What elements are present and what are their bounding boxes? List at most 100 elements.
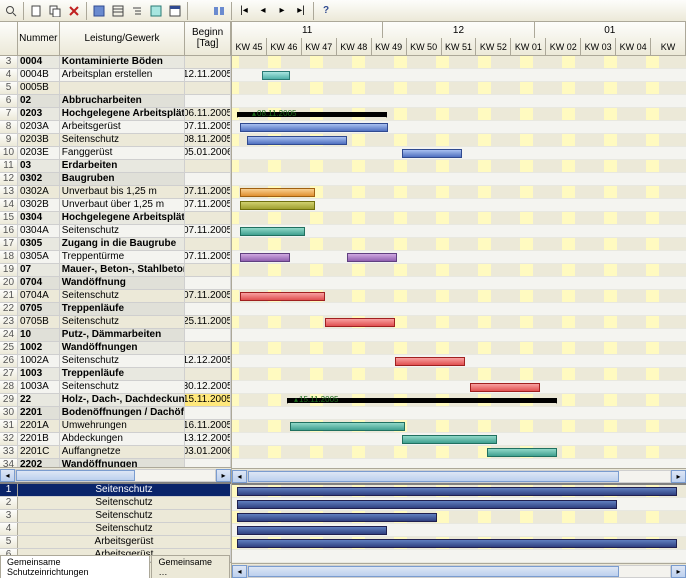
gantt-row[interactable] — [232, 121, 686, 134]
gantt-row[interactable] — [232, 368, 686, 381]
cell-begin[interactable] — [185, 82, 231, 94]
table-row[interactable]: 1103Erdarbeiten — [0, 160, 231, 173]
cell-begin[interactable]: 07.11.2005 — [185, 186, 231, 198]
cell-begin[interactable] — [185, 368, 231, 380]
group-icon[interactable] — [210, 2, 228, 20]
gantt-row[interactable] — [232, 134, 686, 147]
gantt-bar[interactable] — [240, 227, 305, 236]
cell-task[interactable]: Hochgelegene Arbeitsplätze — [60, 212, 185, 224]
cell-nummer[interactable]: 1003A — [18, 381, 60, 393]
bottom-gantt-row[interactable] — [232, 550, 686, 563]
cell-nummer[interactable]: 0302A — [18, 186, 60, 198]
cell-begin[interactable] — [185, 277, 231, 289]
table-row[interactable]: 200704Wandöffnung — [0, 277, 231, 290]
gantt-row[interactable] — [232, 329, 686, 342]
gantt-row[interactable] — [232, 290, 686, 303]
cell-begin[interactable] — [185, 407, 231, 419]
cell-task[interactable] — [60, 82, 185, 94]
cell-nummer[interactable]: 2202 — [18, 459, 60, 468]
gantt-bar[interactable] — [240, 188, 315, 197]
cell-task[interactable]: Baugruben — [60, 173, 185, 185]
cell-nummer[interactable]: 0203 — [18, 108, 60, 120]
cell-begin[interactable]: 03.01.2006 — [185, 446, 231, 458]
gantt-bar[interactable] — [240, 201, 315, 210]
gantt-row[interactable] — [232, 225, 686, 238]
cell-begin[interactable]: 15.11.2005 — [185, 394, 231, 406]
view-outline-icon[interactable] — [128, 2, 146, 20]
cell-nummer[interactable]: 0704 — [18, 277, 60, 289]
cell-begin[interactable] — [185, 303, 231, 315]
cell-nummer[interactable]: 02 — [18, 95, 60, 107]
table-row[interactable]: 50005B — [0, 82, 231, 95]
delete-icon[interactable] — [65, 2, 83, 20]
tab-schutz-inactive[interactable]: Gemeinsame … — [151, 555, 230, 578]
help-icon[interactable]: ? — [317, 2, 335, 20]
cell-task[interactable]: Abbrucharbeiten — [60, 95, 185, 107]
cell-task[interactable]: Arbeitsplan erstellen — [60, 69, 185, 81]
table-row[interactable]: 210704ASeitenschutz07.11.2005 — [0, 290, 231, 303]
bottom-row[interactable]: 5Arbeitsgerüst — [0, 536, 231, 549]
cell-task[interactable]: Hochgelegene Arbeitsplätze — [60, 108, 185, 120]
cell-task[interactable]: Auffangnetze — [60, 446, 185, 458]
find-icon[interactable] — [2, 2, 20, 20]
gantt-hscroll[interactable]: ◂▸ — [232, 468, 686, 483]
table-row[interactable]: 170305Zugang in die Baugrube — [0, 238, 231, 251]
table-row[interactable]: 140302BUnverbaut über 1,25 m07.11.2005 — [0, 199, 231, 212]
col-nummer[interactable]: Nummer — [18, 22, 60, 55]
cell-begin[interactable]: 07.11.2005 — [185, 290, 231, 302]
cell-task[interactable]: Arbeitsgerüst — [60, 121, 185, 133]
cell-task[interactable]: Seitenschutz — [60, 290, 185, 302]
cell-nummer[interactable]: 0004 — [18, 56, 60, 68]
cell-begin[interactable] — [185, 238, 231, 250]
gantt-bar[interactable] — [237, 539, 677, 548]
gantt-row[interactable] — [232, 277, 686, 290]
cell-nummer[interactable]: 0304A — [18, 225, 60, 237]
cell-nummer[interactable]: 03 — [18, 160, 60, 172]
table-row[interactable]: 251002Wandöffnungen — [0, 342, 231, 355]
gantt-bar[interactable] — [487, 448, 557, 457]
table-row[interactable]: 302201Bodenöffnungen / Dachöffnun… — [0, 407, 231, 420]
gantt-bar[interactable] — [290, 422, 405, 431]
table-row[interactable]: 90203BSeitenschutz08.11.2005 — [0, 134, 231, 147]
gantt-row[interactable] — [232, 446, 686, 459]
cell-task[interactable]: Treppenläufe — [60, 303, 185, 315]
gantt-bar[interactable] — [237, 513, 437, 522]
gantt-row[interactable] — [232, 355, 686, 368]
cell-task[interactable]: Zugang in die Baugrube — [60, 238, 185, 250]
gantt-row[interactable] — [232, 160, 686, 173]
gantt-row[interactable]: 15.11.2005 — [232, 394, 686, 407]
gantt-bar[interactable] — [347, 253, 397, 262]
table-row[interactable]: 130302AUnverbaut bis 1,25 m07.11.2005 — [0, 186, 231, 199]
cell-nummer[interactable]: 0005B — [18, 82, 60, 94]
left-hscroll[interactable]: ◂▸ — [0, 467, 231, 482]
table-row[interactable]: 150304Hochgelegene Arbeitsplätze — [0, 212, 231, 225]
gantt-bar[interactable] — [237, 487, 677, 496]
cell-nummer[interactable]: 0302 — [18, 173, 60, 185]
nav-prev-icon[interactable]: ◂ — [254, 2, 272, 20]
gantt-row[interactable] — [232, 251, 686, 264]
gantt-row[interactable] — [232, 238, 686, 251]
gantt-row[interactable] — [232, 186, 686, 199]
cell-nummer[interactable]: 0203A — [18, 121, 60, 133]
bottom-row[interactable]: 2Seitenschutz — [0, 497, 231, 510]
table-row[interactable]: 160304ASeitenschutz07.11.2005 — [0, 225, 231, 238]
cell-nummer[interactable]: 07 — [18, 264, 60, 276]
cell-task[interactable]: Seitenschutz — [60, 316, 185, 328]
cell-begin[interactable] — [185, 56, 231, 68]
table-row[interactable]: 220705Treppenläufe — [0, 303, 231, 316]
copy-icon[interactable] — [46, 2, 64, 20]
gantt-row[interactable] — [232, 199, 686, 212]
cell-begin[interactable] — [185, 264, 231, 276]
cell-task[interactable]: Umwehrungen — [60, 420, 185, 432]
table-row[interactable]: 230705BSeitenschutz25.11.2005 — [0, 316, 231, 329]
cell-begin[interactable]: 07.11.2005 — [185, 225, 231, 237]
bottom-cell-task[interactable]: Seitenschutz — [18, 510, 231, 522]
table-row[interactable]: 271003Treppenläufe — [0, 368, 231, 381]
cell-begin[interactable]: 05.01.2006 — [185, 147, 231, 159]
table-row[interactable]: 2410Putz-, Dämmarbeiten — [0, 329, 231, 342]
gantt-row[interactable] — [232, 316, 686, 329]
gantt-row[interactable] — [232, 95, 686, 108]
cell-begin[interactable]: 06.11.2005 — [185, 108, 231, 120]
table-row[interactable]: 100203EFanggerüst05.01.2006 — [0, 147, 231, 160]
view-window-icon[interactable] — [166, 2, 184, 20]
